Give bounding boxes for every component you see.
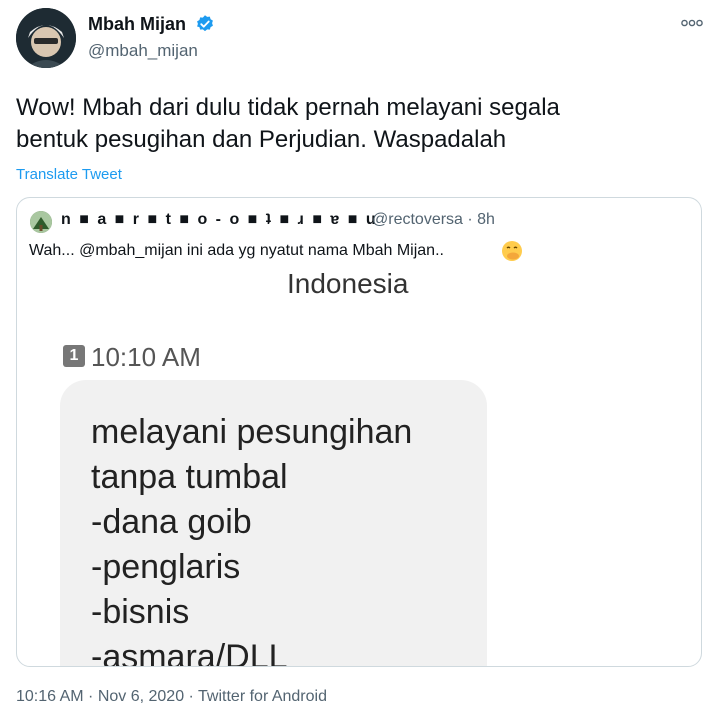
sms-line: melayani pesungihan bbox=[91, 413, 413, 451]
sms-line: -penglaris bbox=[91, 548, 241, 586]
quoted-author-meta: @rectoversa · 8h bbox=[372, 211, 495, 228]
author-name[interactable]: Mbah Mijan bbox=[88, 14, 186, 35]
face-with-hand-over-mouth-emoji bbox=[501, 240, 523, 262]
quoted-tweet[interactable]: n ■ a ■ r ■ t ■ o - o ■ ʇ ■ ɹ ■ ɐ ■ u @r… bbox=[16, 197, 702, 667]
translate-tweet-link[interactable]: Translate Tweet bbox=[16, 166, 122, 183]
more-options-icon[interactable] bbox=[681, 16, 703, 28]
sms-line: -bisnis bbox=[91, 593, 190, 631]
quoted-tweet-text: Wah... @mbah_mijan ini ada yg nyatut nam… bbox=[29, 242, 444, 259]
author-avatar[interactable] bbox=[16, 8, 76, 68]
verified-badge-icon bbox=[195, 14, 215, 34]
sms-line: tanpa tumbal bbox=[91, 458, 288, 496]
quoted-author-name: n ■ a ■ r ■ t ■ o - o ■ ʇ ■ ɹ ■ ɐ ■ u bbox=[61, 211, 378, 228]
media-header-text: Indonesia bbox=[287, 268, 409, 299]
tweet-timestamp-footer[interactable]: 10:16 AM · Nov 6, 2020 · Twitter for And… bbox=[16, 688, 327, 706]
tweet-text: Wow! Mbah dari dulu tidak pernah melayan… bbox=[16, 92, 706, 156]
tweet-text-line: Wow! Mbah dari dulu tidak pernah melayan… bbox=[16, 94, 560, 121]
sim-badge: 1 bbox=[63, 345, 85, 367]
author-handle[interactable]: @mbah_mijan bbox=[88, 41, 198, 61]
tweet-text-line: bentuk pesugihan dan Perjudian. Waspadal… bbox=[16, 126, 507, 153]
sms-line: -dana goib bbox=[91, 503, 252, 541]
media-message-time: 10:10 AM bbox=[91, 342, 201, 372]
quoted-author-avatar bbox=[30, 211, 52, 233]
sms-line: -asmara/DLL bbox=[91, 638, 288, 667]
